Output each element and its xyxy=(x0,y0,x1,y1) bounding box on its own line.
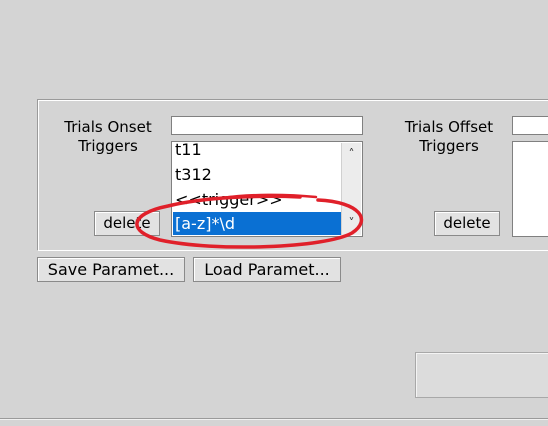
list-item[interactable]: <<trigger>> xyxy=(173,188,342,211)
load-parameters-button[interactable]: Load Paramet... xyxy=(193,257,341,282)
onset-trigger-input[interactable] xyxy=(171,116,363,135)
offset-delete-button[interactable]: delete xyxy=(434,211,500,236)
chevron-up-icon[interactable]: ˄ xyxy=(342,145,361,164)
save-parameters-button[interactable]: Save Paramet... xyxy=(37,257,185,282)
onset-triggers-label: Trials Onset Triggers xyxy=(64,118,152,155)
onset-triggers-list[interactable]: t11 t312 <<trigger>> [a-z]*\d ˄ ˅ xyxy=(171,141,363,237)
list-item[interactable]: t312 xyxy=(173,163,342,186)
action-button[interactable] xyxy=(415,352,548,398)
offset-trigger-input[interactable] xyxy=(512,116,548,135)
list-item-selected[interactable]: [a-z]*\d xyxy=(173,212,342,235)
chevron-down-icon[interactable]: ˅ xyxy=(342,214,361,233)
offset-triggers-list[interactable] xyxy=(512,141,548,237)
divider xyxy=(0,418,548,420)
onset-list-scrollbar[interactable]: ˄ ˅ xyxy=(341,143,361,235)
offset-triggers-label: Trials Offset Triggers xyxy=(404,118,494,155)
onset-delete-button[interactable]: delete xyxy=(94,211,160,236)
list-item[interactable]: t11 xyxy=(173,142,342,161)
